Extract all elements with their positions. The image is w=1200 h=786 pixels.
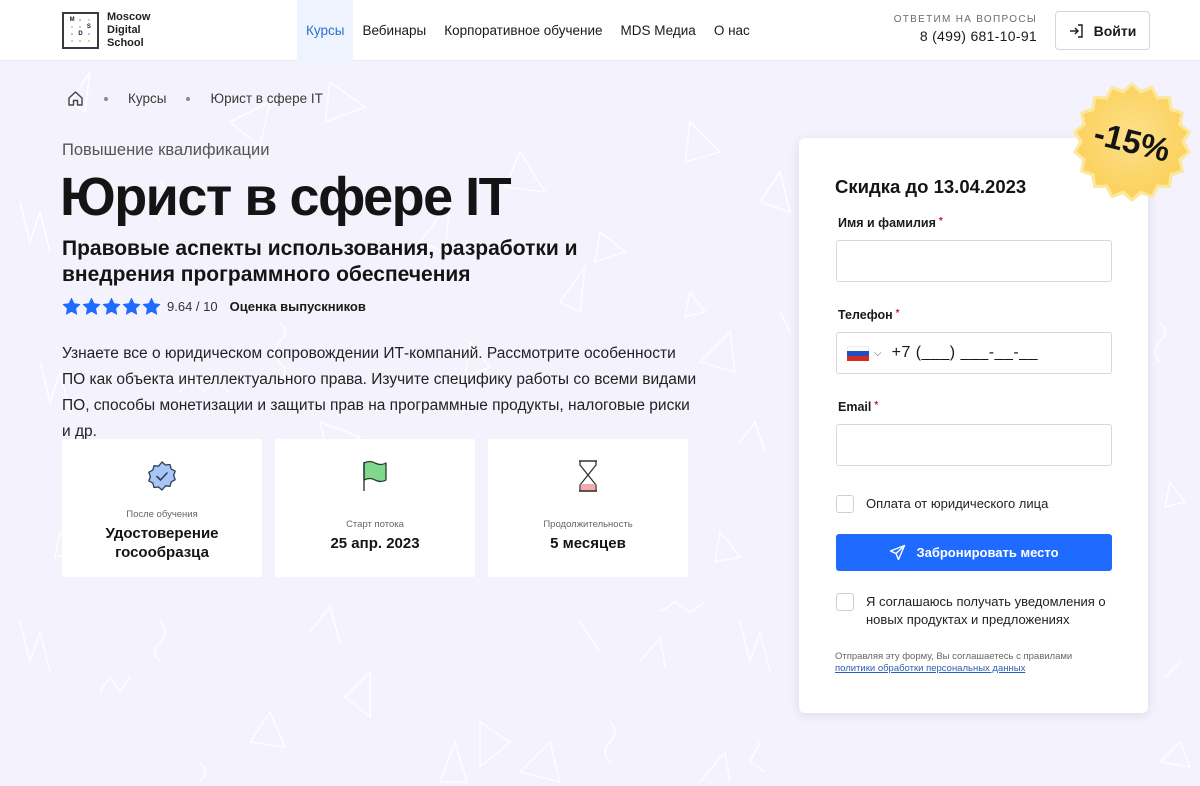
card-value: Удостоверение госообразца xyxy=(105,525,219,561)
logo-letter-d: D xyxy=(78,30,83,37)
nav-item-media[interactable]: MDS Медиа xyxy=(612,0,705,61)
logo[interactable]: M S D Moscow Digital School xyxy=(62,11,150,50)
logo-line: Digital xyxy=(107,24,141,36)
consent-option[interactable]: Я соглашаюсь получать уведомления о новы… xyxy=(836,593,1116,629)
legal-notice: Отправляя эту форму, Вы соглашаетесь с п… xyxy=(835,651,1072,675)
login-icon xyxy=(1069,23,1083,38)
logo-line: School xyxy=(107,37,144,49)
logo-letter-m: M xyxy=(69,17,75,24)
page-title: Юрист в сфере IT xyxy=(60,167,512,227)
rating-value: 9.64 / 10 xyxy=(167,299,218,314)
phone-label-text: Телефон xyxy=(838,308,893,322)
info-cards: После обучения Удостоверение госообразца… xyxy=(62,439,688,577)
contact-label: ОТВЕТИМ НА ВОПРОСЫ xyxy=(893,14,1037,25)
required-mark: * xyxy=(938,216,943,227)
course-description: Узнаете все о юридическом сопровождении … xyxy=(62,345,697,440)
course-category: Повышение квалификации xyxy=(62,141,270,159)
course-subtitle: Правовые аспекты использования, разработ… xyxy=(62,237,578,286)
logo-dot xyxy=(79,39,82,42)
logo-dot xyxy=(71,26,74,29)
email-label: Email * xyxy=(838,400,878,414)
legal-entity-option[interactable]: Оплата от юридического лица xyxy=(836,495,1048,513)
breadcrumb: Курсы Юрист в сфере IT xyxy=(67,90,323,107)
logo-dot xyxy=(87,19,90,22)
form-title: Скидка до 13.04.2023 xyxy=(835,176,1027,197)
star-icon xyxy=(122,297,141,315)
logo-dot xyxy=(87,39,90,42)
email-label-text: Email xyxy=(838,400,872,414)
card-value: 25 апр. 2023 xyxy=(330,535,420,552)
info-card-start: Старт потока 25 апр. 2023 xyxy=(275,439,475,577)
card-label: После обучения xyxy=(126,509,198,520)
booking-form: Скидка до 13.04.2023 Имя и фамилия * Теле… xyxy=(799,138,1148,713)
send-icon xyxy=(890,544,906,561)
logo-line: Moscow xyxy=(107,11,151,23)
card-label: Старт потока xyxy=(346,519,404,530)
required-mark: * xyxy=(895,308,900,319)
info-card-certificate: После обучения Удостоверение госообразца xyxy=(62,439,262,577)
email-input[interactable] xyxy=(836,424,1112,466)
required-mark: * xyxy=(874,400,879,411)
card-value: 5 месяцев xyxy=(550,535,626,552)
nav-item-courses[interactable]: Курсы xyxy=(297,0,354,61)
logo-dot xyxy=(71,32,74,35)
badge-check-icon xyxy=(148,461,176,491)
name-label: Имя и фамилия * xyxy=(838,216,943,230)
breadcrumb-separator xyxy=(186,96,191,101)
logo-dot xyxy=(71,39,74,42)
main-nav: Курсы Вебинары Корпоративное обучение MD… xyxy=(297,0,759,61)
submit-label: Забронировать место xyxy=(916,545,1059,560)
logo-text: Moscow Digital School xyxy=(107,11,150,50)
submit-button[interactable]: Забронировать место xyxy=(836,534,1112,571)
logo-dot xyxy=(87,32,90,35)
breadcrumb-item-current: Юрист в сфере IT xyxy=(210,91,323,106)
nav-item-corporate[interactable]: Корпоративное обучение xyxy=(435,0,611,61)
name-input[interactable] xyxy=(836,240,1112,282)
hourglass-icon xyxy=(579,460,597,492)
phone-value: +7 (___) ___-__-__ xyxy=(891,344,1039,361)
star-icon xyxy=(102,297,121,315)
consent-checkbox[interactable] xyxy=(836,593,854,611)
legal-entity-label: Оплата от юридического лица xyxy=(866,496,1049,511)
contact-phone[interactable]: 8 (499) 681-10-91 xyxy=(894,28,1037,44)
rating-label: Оценка выпускников xyxy=(229,299,366,314)
country-flag-icon[interactable] xyxy=(847,345,869,361)
rating: 9.64 / 10 Оценка выпускников xyxy=(62,297,366,316)
star-icon xyxy=(142,297,161,315)
legal-text: Отправляя эту форму, Вы соглашаетесь с п… xyxy=(835,651,1073,662)
site-header: M S D Moscow Digital School Курсы Вебина… xyxy=(0,0,1200,61)
nav-item-webinars[interactable]: Вебинары xyxy=(353,0,435,61)
logo-dot xyxy=(79,26,82,29)
card-label: Продолжительность xyxy=(543,519,633,530)
name-label-text: Имя и фамилия xyxy=(838,216,936,230)
home-icon[interactable] xyxy=(67,90,84,107)
phone-input[interactable]: ⌵ +7 (___) ___-__-__ xyxy=(836,332,1112,374)
phone-label: Телефон * xyxy=(838,308,900,322)
breadcrumb-separator xyxy=(104,96,108,101)
flag-icon xyxy=(363,460,387,491)
star-icon xyxy=(62,297,81,315)
breadcrumb-item-courses[interactable]: Курсы xyxy=(128,91,166,106)
logo-mark-icon: M S D xyxy=(62,12,99,49)
rating-stars xyxy=(62,297,161,316)
star-icon xyxy=(82,297,101,315)
login-button[interactable]: Войти xyxy=(1055,11,1150,50)
discount-badge: -15% xyxy=(1070,80,1194,204)
logo-letter-s: S xyxy=(86,24,91,31)
logo-dot xyxy=(79,19,82,22)
consent-label: Я соглашаюсь получать уведомления о новы… xyxy=(866,594,1106,627)
legal-entity-checkbox[interactable] xyxy=(836,495,854,513)
contact-block: ОТВЕТИМ НА ВОПРОСЫ 8 (499) 681-10-91 xyxy=(894,14,1037,44)
privacy-policy-link[interactable]: политики обработки персональных данных xyxy=(835,663,1025,674)
info-card-duration: Продолжительность 5 месяцев xyxy=(488,439,688,577)
nav-item-about[interactable]: О нас xyxy=(705,0,759,61)
chevron-down-icon[interactable]: ⌵ xyxy=(874,348,882,359)
login-label: Войти xyxy=(1093,22,1137,39)
